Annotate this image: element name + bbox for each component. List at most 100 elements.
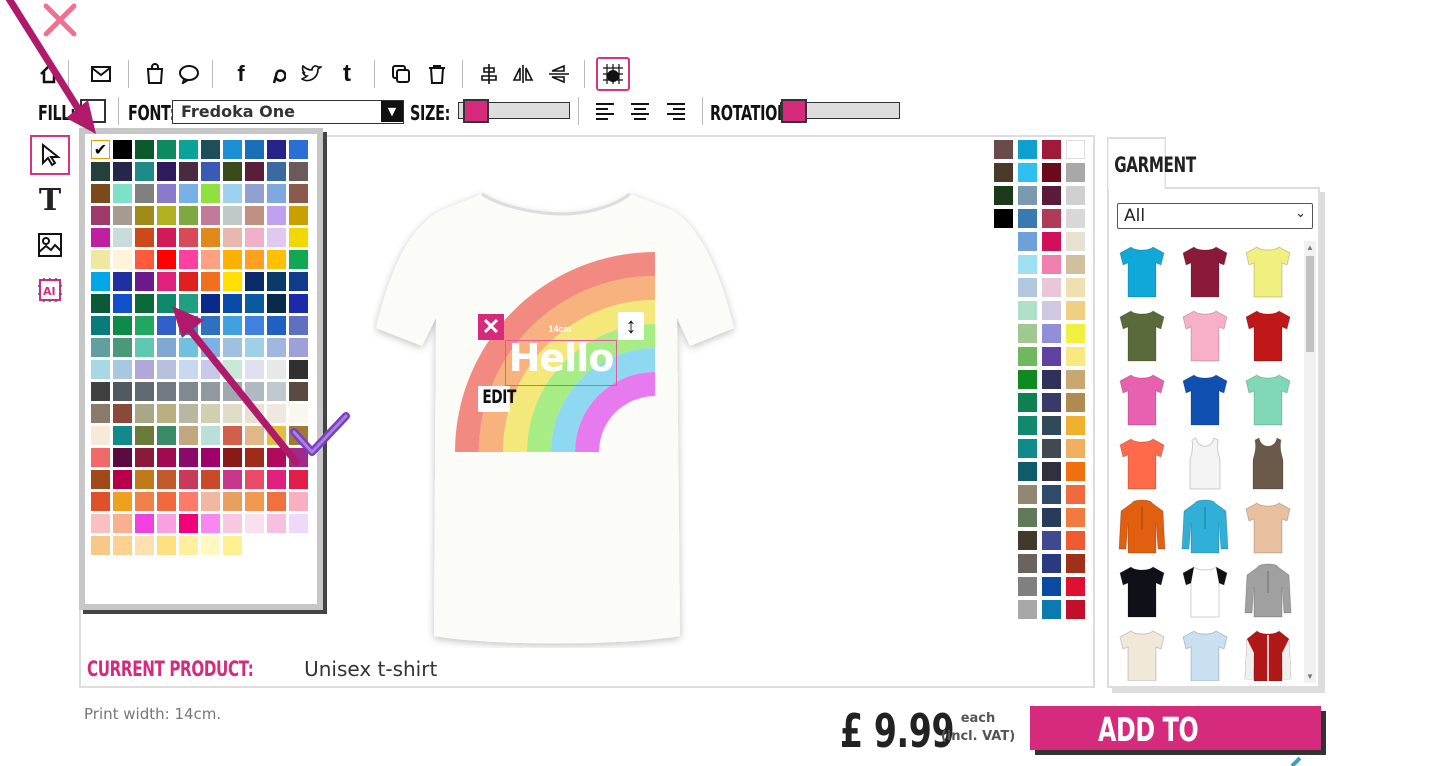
palette-swatch[interactable] — [157, 140, 176, 159]
palette-swatch[interactable] — [157, 316, 176, 335]
delete-element-button[interactable]: ✕ — [478, 314, 504, 340]
palette-swatch[interactable] — [267, 294, 286, 313]
palette-swatch[interactable] — [267, 492, 286, 511]
garment-color-swatch[interactable] — [1066, 416, 1085, 435]
palette-swatch[interactable] — [91, 184, 110, 203]
palette-swatch[interactable] — [179, 316, 198, 335]
garment-item[interactable] — [1243, 627, 1293, 681]
rotation-slider[interactable] — [780, 99, 900, 123]
palette-swatch[interactable] — [201, 294, 220, 313]
garment-item[interactable] — [1117, 627, 1167, 681]
palette-swatch[interactable] — [201, 470, 220, 489]
palette-swatch[interactable] — [201, 250, 220, 269]
palette-swatch[interactable] — [289, 316, 308, 335]
scrollbar-thumb[interactable] — [1306, 256, 1314, 352]
palette-swatch[interactable] — [201, 404, 220, 423]
flip-vertical-icon[interactable] — [544, 58, 574, 90]
garment-color-swatch[interactable] — [1018, 163, 1037, 182]
copy-icon[interactable] — [386, 58, 416, 90]
palette-swatch[interactable] — [179, 162, 198, 181]
garment-color-swatch[interactable] — [1042, 577, 1061, 596]
garment-item[interactable] — [1180, 243, 1230, 301]
palette-swatch[interactable] — [113, 228, 132, 247]
garment-color-swatch[interactable] — [1066, 186, 1085, 205]
palette-swatch[interactable] — [289, 228, 308, 247]
ai-tool-icon[interactable]: AI — [30, 270, 70, 310]
palette-swatch[interactable] — [223, 316, 242, 335]
palette-swatch[interactable] — [113, 272, 132, 291]
palette-swatch[interactable] — [135, 272, 154, 291]
palette-swatch[interactable] — [267, 162, 286, 181]
facebook-icon[interactable]: f — [226, 58, 256, 90]
palette-swatch[interactable] — [223, 272, 242, 291]
garment-color-swatch[interactable] — [994, 186, 1013, 205]
garment-color-swatch[interactable] — [1066, 577, 1085, 596]
flip-horizontal-icon[interactable] — [508, 58, 538, 90]
palette-swatch[interactable] — [267, 250, 286, 269]
palette-swatch[interactable] — [267, 382, 286, 401]
palette-swatch[interactable] — [267, 514, 286, 533]
home-icon[interactable] — [34, 58, 64, 90]
palette-swatch[interactable] — [201, 272, 220, 291]
garment-color-swatch[interactable] — [1018, 393, 1037, 412]
palette-swatch[interactable] — [267, 272, 286, 291]
add-to-basket-button[interactable]: ADD TO BASKET — [1030, 706, 1321, 766]
palette-swatch[interactable] — [113, 184, 132, 203]
align-center-text-icon[interactable] — [631, 103, 649, 121]
garment-item[interactable] — [1117, 499, 1167, 557]
garment-color-swatch[interactable] — [1066, 531, 1085, 550]
palette-swatch[interactable] — [201, 162, 220, 181]
palette-swatch[interactable] — [113, 514, 132, 533]
palette-swatch[interactable] — [157, 404, 176, 423]
palette-swatch[interactable] — [289, 140, 308, 159]
garment-color-swatch[interactable] — [1018, 140, 1037, 159]
palette-swatch[interactable] — [289, 492, 308, 511]
palette-swatch[interactable] — [223, 140, 242, 159]
palette-swatch[interactable] — [245, 140, 264, 159]
palette-swatch[interactable] — [157, 338, 176, 357]
garment-color-swatch[interactable] — [1066, 554, 1085, 573]
garment-color-swatch[interactable] — [1066, 462, 1085, 481]
palette-swatch[interactable] — [179, 426, 198, 445]
edit-text-button[interactable]: EDIT — [478, 386, 516, 412]
palette-swatch[interactable] — [245, 206, 264, 225]
palette-swatch[interactable] — [245, 316, 264, 335]
palette-swatch[interactable] — [223, 448, 242, 467]
garment-color-swatch[interactable] — [1066, 370, 1085, 389]
palette-swatch[interactable] — [113, 448, 132, 467]
garment-color-swatch[interactable] — [1066, 393, 1085, 412]
garment-color-swatch[interactable] — [1042, 140, 1061, 159]
font-select[interactable]: Fredoka One ▼ — [172, 100, 404, 124]
palette-swatch[interactable]: ✔ — [91, 140, 110, 159]
palette-swatch[interactable] — [157, 250, 176, 269]
palette-swatch[interactable] — [157, 206, 176, 225]
garment-color-swatch[interactable] — [1018, 554, 1037, 573]
palette-swatch[interactable] — [179, 470, 198, 489]
garment-color-swatch[interactable] — [1018, 416, 1037, 435]
palette-swatch[interactable] — [245, 228, 264, 247]
palette-swatch[interactable] — [113, 338, 132, 357]
palette-swatch[interactable] — [289, 470, 308, 489]
palette-swatch[interactable] — [179, 294, 198, 313]
palette-swatch[interactable] — [201, 382, 220, 401]
garment-color-swatch[interactable] — [1018, 186, 1037, 205]
garment-color-swatch[interactable] — [1018, 600, 1037, 619]
palette-swatch[interactable] — [135, 514, 154, 533]
palette-swatch[interactable] — [289, 338, 308, 357]
palette-swatch[interactable] — [289, 162, 308, 181]
garment-color-swatch[interactable] — [1066, 255, 1085, 274]
garment-color-swatch[interactable] — [1042, 347, 1061, 366]
palette-swatch[interactable] — [223, 338, 242, 357]
shop-icon[interactable] — [140, 58, 170, 90]
garment-color-swatch[interactable] — [1018, 324, 1037, 343]
palette-swatch[interactable] — [91, 492, 110, 511]
palette-swatch[interactable] — [245, 470, 264, 489]
garment-color-swatch[interactable] — [1018, 439, 1037, 458]
palette-swatch[interactable] — [91, 536, 110, 555]
palette-swatch[interactable] — [223, 360, 242, 379]
garment-color-swatch[interactable] — [1018, 370, 1037, 389]
palette-swatch[interactable] — [157, 514, 176, 533]
palette-swatch[interactable] — [113, 536, 132, 555]
garment-color-swatch[interactable] — [1042, 416, 1061, 435]
palette-swatch[interactable] — [91, 426, 110, 445]
